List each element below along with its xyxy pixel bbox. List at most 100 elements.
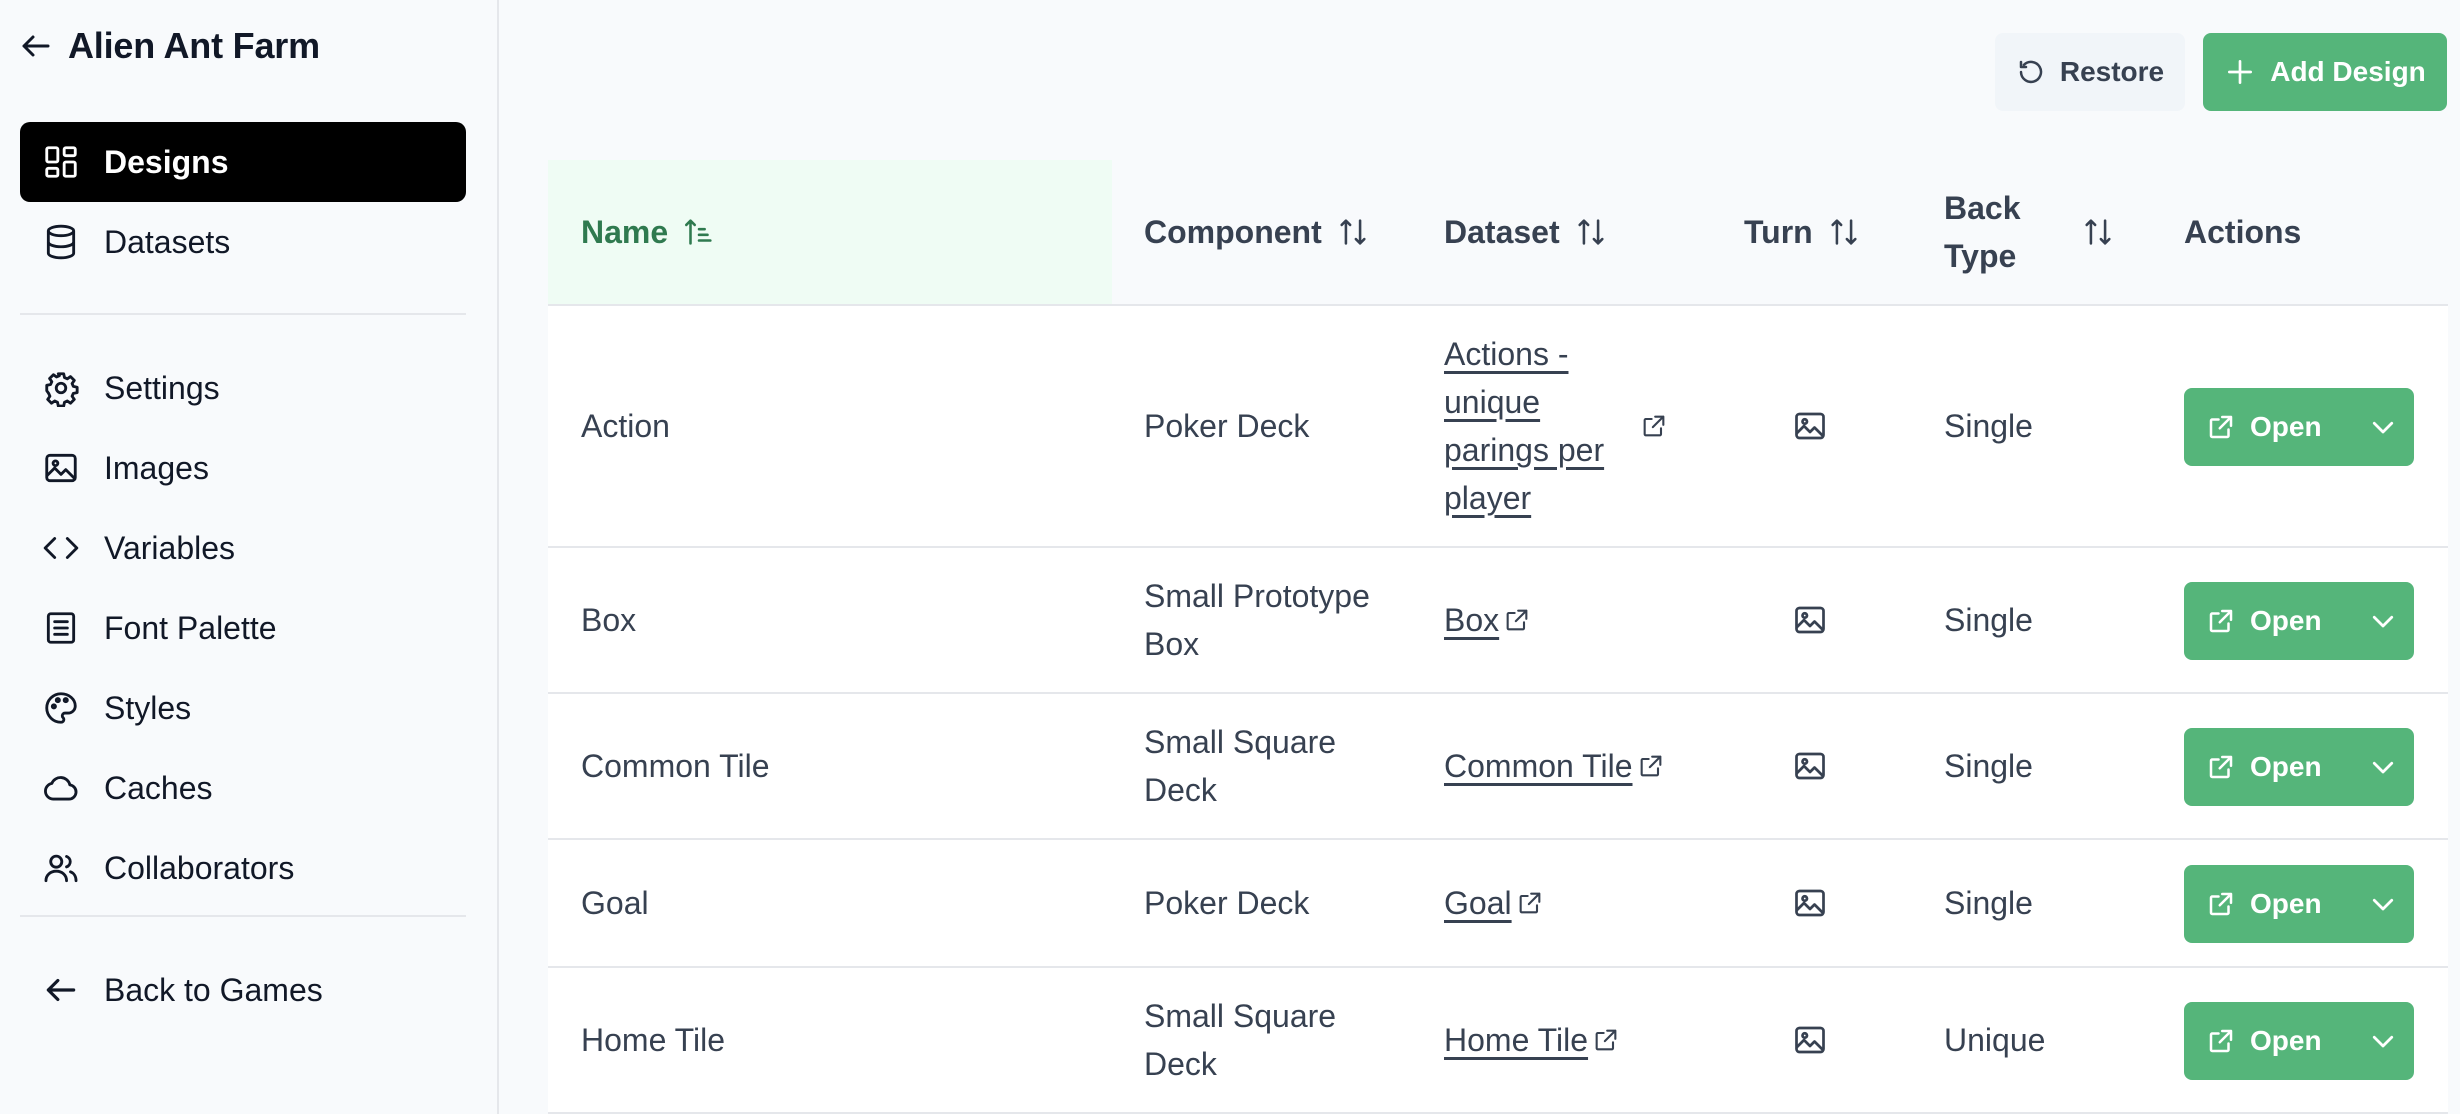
cell-name: Box	[581, 602, 637, 638]
open-menu-toggle[interactable]	[2352, 865, 2414, 943]
dataset-link[interactable]: Common Tile	[1444, 742, 1633, 790]
cell-back-type: Single	[1944, 602, 2033, 638]
add-design-label: Add Design	[2270, 56, 2426, 87]
dataset-link[interactable]: Box	[1444, 596, 1499, 644]
external-link-icon	[2209, 755, 2233, 779]
cell-actions: Open	[2184, 548, 2448, 692]
cell-component: Poker Deck	[1144, 408, 1310, 444]
restore-icon	[2019, 60, 2043, 84]
open-menu-toggle[interactable]	[2352, 728, 2414, 806]
external-link-icon[interactable]	[1592, 1026, 1620, 1054]
image-icon[interactable]	[1792, 748, 1828, 784]
chevron-down-icon	[2372, 1035, 2394, 1048]
column-header-dataset[interactable]: Dataset	[1444, 160, 1744, 304]
open-button[interactable]: Open	[2184, 1002, 2352, 1080]
sidebar-item-label: Styles	[104, 689, 192, 726]
open-label: Open	[2250, 605, 2322, 636]
column-header-turn[interactable]: Turn	[1744, 160, 1944, 304]
chevron-down-icon	[2372, 898, 2394, 911]
restore-label: Restore	[2059, 56, 2165, 87]
dataset-link[interactable]: Goal	[1444, 879, 1512, 927]
cloud-icon	[44, 776, 78, 801]
open-button[interactable]: Open	[2184, 728, 2352, 806]
cell-component: Small Square Deck	[1144, 998, 1337, 1082]
column-header-back-type[interactable]: Back Type	[1944, 160, 2184, 304]
sidebar-item-caches[interactable]: Caches	[20, 748, 466, 828]
cell-turn	[1792, 968, 1828, 1112]
cell-name: Common Tile	[581, 748, 770, 784]
sort-ascending-icon[interactable]	[682, 215, 716, 249]
restore-button[interactable]: Restore	[1995, 33, 2185, 111]
sidebar-item-label: Designs	[104, 143, 229, 180]
image-icon[interactable]	[1792, 885, 1828, 921]
palette-icon	[45, 692, 77, 724]
cell-actions: Open	[2184, 968, 2448, 1112]
cell-name: Goal	[581, 885, 649, 921]
column-header-label: Component	[1144, 213, 1322, 250]
cell-dataset: Actions - unique parings per player	[1444, 306, 1684, 546]
external-link-icon	[2209, 609, 2233, 633]
column-header-component[interactable]: Component	[1144, 160, 1444, 304]
open-label: Open	[2250, 751, 2322, 782]
sidebar: Alien Ant Farm Designs Datasets Settings…	[0, 0, 499, 1114]
add-design-button[interactable]: Add Design	[2203, 33, 2447, 111]
sidebar-item-label: Variables	[104, 529, 236, 566]
external-link-icon[interactable]	[1637, 752, 1665, 780]
image-icon[interactable]	[1792, 1022, 1828, 1058]
sidebar-item-settings[interactable]: Settings	[20, 348, 466, 428]
game-header: Alien Ant Farm	[18, 22, 320, 70]
column-header-name[interactable]: Name	[548, 160, 1112, 304]
chevron-down-icon	[2372, 615, 2394, 628]
sort-icon[interactable]	[1336, 215, 1370, 249]
open-menu-toggle[interactable]	[2352, 1002, 2414, 1080]
sidebar-item-font-palette[interactable]: Font Palette	[20, 588, 466, 668]
sort-icon[interactable]	[1574, 215, 1608, 249]
sidebar-item-variables[interactable]: Variables	[20, 508, 466, 588]
sidebar-item-label: Images	[104, 449, 209, 486]
dataset-link[interactable]: Home Tile	[1444, 1016, 1588, 1064]
external-link-icon	[2209, 415, 2233, 439]
open-label: Open	[2250, 888, 2322, 919]
open-menu-toggle[interactable]	[2352, 388, 2414, 466]
table-row: Home Tile Small Square Deck Home Tile Un…	[548, 968, 2448, 1114]
dataset-link[interactable]: Actions - unique parings per player	[1444, 330, 1622, 522]
designs-table: Name Component Dataset Turn Back Type Act…	[548, 160, 2448, 1114]
cell-dataset: Common Tile	[1444, 694, 1665, 838]
sort-icon[interactable]	[1827, 215, 1861, 249]
external-link-icon[interactable]	[1503, 606, 1531, 634]
open-split-button: Open	[2184, 728, 2414, 806]
open-button[interactable]: Open	[2184, 582, 2352, 660]
open-split-button: Open	[2184, 865, 2414, 943]
nav-divider	[20, 313, 466, 315]
sidebar-item-datasets[interactable]: Datasets	[20, 202, 466, 282]
chevron-down-icon	[2372, 421, 2394, 434]
table-row: Goal Poker Deck Goal Single Open	[548, 840, 2448, 968]
image-icon[interactable]	[1792, 408, 1828, 444]
sidebar-item-styles[interactable]: Styles	[20, 668, 466, 748]
game-title: Alien Ant Farm	[68, 25, 320, 66]
cell-back-type: Single	[1944, 885, 2033, 921]
sidebar-item-collaborators[interactable]: Collaborators	[20, 828, 466, 908]
external-link-icon[interactable]	[1640, 412, 1668, 440]
document-icon	[46, 612, 76, 644]
sidebar-item-back-to-games[interactable]: Back to Games	[20, 950, 466, 1030]
sidebar-item-label: Font Palette	[104, 609, 277, 646]
cell-dataset: Goal	[1444, 840, 1544, 966]
back-arrow-icon[interactable]	[18, 28, 54, 64]
image-icon[interactable]	[1792, 602, 1828, 638]
cell-actions: Open	[2184, 694, 2448, 838]
cell-component: Small Prototype Box	[1144, 578, 1370, 662]
open-button[interactable]: Open	[2184, 865, 2352, 943]
open-button[interactable]: Open	[2184, 388, 2352, 466]
sidebar-item-designs[interactable]: Designs	[20, 122, 466, 202]
sort-icon[interactable]	[2081, 215, 2115, 249]
column-header-label: Actions	[2184, 213, 2302, 250]
table-row: Common Tile Small Square Deck Common Til…	[548, 694, 2448, 840]
cell-dataset: Box	[1444, 548, 1531, 692]
external-link-icon[interactable]	[1516, 889, 1544, 917]
sidebar-item-images[interactable]: Images	[20, 428, 466, 508]
open-menu-toggle[interactable]	[2352, 582, 2414, 660]
database-icon	[46, 224, 76, 260]
cell-dataset: Home Tile	[1444, 968, 1620, 1112]
open-split-button: Open	[2184, 388, 2414, 466]
